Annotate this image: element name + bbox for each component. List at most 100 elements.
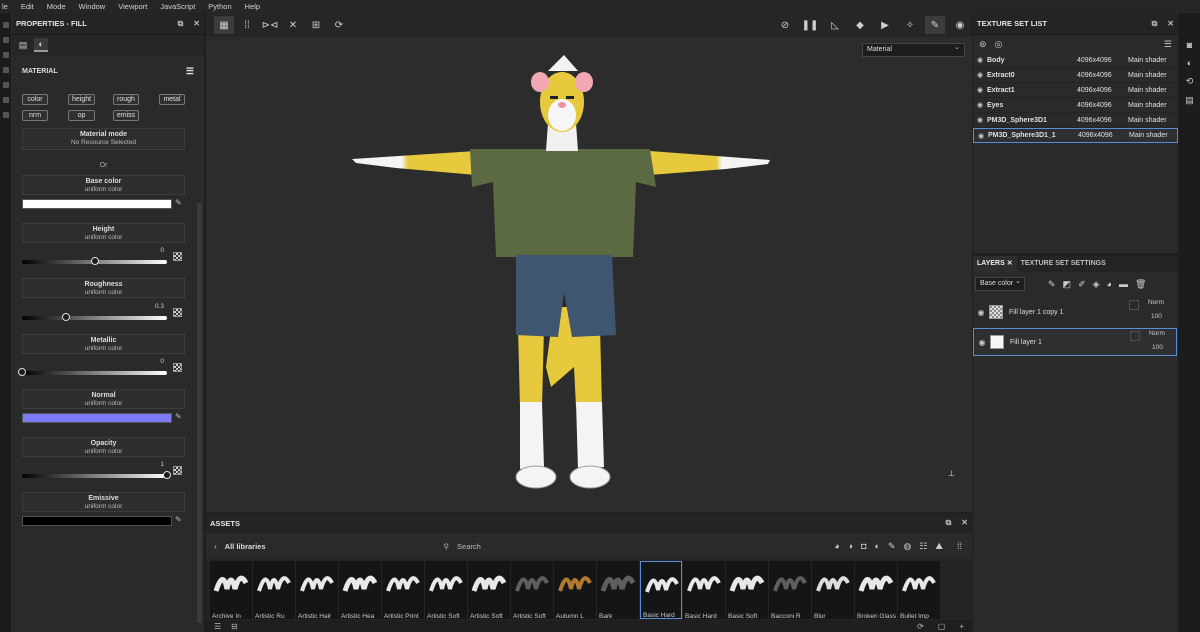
hide-icon[interactable]: ⊘ xyxy=(775,16,795,34)
filter-textures-icon[interactable]: ◐ xyxy=(875,541,880,552)
asset-thumbnail[interactable]: Archive In xyxy=(210,561,252,619)
texture-set-eye-icon[interactable]: ◉ xyxy=(974,132,988,140)
assets-close-icon[interactable]: ✕ xyxy=(961,518,968,528)
filter-masks-icon[interactable]: ◘ xyxy=(861,541,866,552)
layer-visibility-eye-icon[interactable]: ◉ xyxy=(974,338,990,347)
normal-swatch[interactable] xyxy=(22,413,172,423)
tab-texture-set-settings[interactable]: TEXTURE SET SETTINGS xyxy=(1017,256,1110,272)
texture-set-row[interactable]: ◉ Eyes 4096x4096 Main shader xyxy=(973,98,1178,113)
geometry-mask-icon[interactable] xyxy=(3,67,9,73)
tab-layers-close-icon[interactable]: ✕ xyxy=(1007,260,1013,267)
channel-height-chip[interactable]: height xyxy=(68,94,95,105)
asset-search-input[interactable]: Search xyxy=(457,542,481,551)
texture-set-row[interactable]: ◉ Extract0 4096x4096 Main shader xyxy=(973,68,1178,83)
asset-thumbnail[interactable]: Artistic Soft xyxy=(425,561,467,619)
log-icon[interactable]: ▤ xyxy=(1185,95,1194,106)
filter-filters-icon[interactable]: ☷ xyxy=(919,541,927,552)
asset-thumbnail[interactable]: Artistic Print xyxy=(382,561,424,619)
layer-opacity[interactable]: 100 xyxy=(1151,313,1162,320)
tsl-menu-icon[interactable]: ☰ xyxy=(1164,39,1172,50)
layer-opacity[interactable]: 100 xyxy=(1152,344,1163,351)
brush-icon[interactable]: ✎ xyxy=(925,16,945,34)
material-tab-icon[interactable]: ◐ xyxy=(34,38,48,52)
emissive-box[interactable]: Emissive uniform color xyxy=(22,492,185,512)
grid-icon[interactable]: ▦ xyxy=(214,16,234,34)
add-asset-icon[interactable]: + xyxy=(959,622,964,631)
asset-thumbnail[interactable]: Blur xyxy=(812,561,854,619)
channel-metal-chip[interactable]: metal xyxy=(159,94,185,105)
grid-options-icon[interactable]: ⁞⁞ xyxy=(237,16,257,34)
filter-particles-icon[interactable]: ◍ xyxy=(903,541,911,552)
roughness-slider-knob[interactable] xyxy=(61,313,70,321)
texture-set-row[interactable]: ◉ Extract1 4096x4096 Main shader xyxy=(973,83,1178,98)
properties-scrollbar[interactable] xyxy=(197,203,202,623)
asset-thumbnail[interactable]: Bullet Imp xyxy=(898,561,940,619)
add-material-icon[interactable]: ◕ xyxy=(1107,279,1112,289)
channel-nrm-chip[interactable]: nrm xyxy=(22,110,48,121)
history-panel-icon[interactable]: ⟲ xyxy=(1186,76,1194,87)
texture-set-eye-icon[interactable]: ◉ xyxy=(973,56,987,64)
layer-visibility-eye-icon[interactable]: ◉ xyxy=(973,308,989,317)
layer-row-fill-layer-1-copy-1[interactable]: ◉ Fill layer 1 copy 1 Norm 100 xyxy=(973,298,1177,326)
height-map-icon[interactable] xyxy=(173,252,182,261)
asset-thumbnail[interactable]: Autumn L xyxy=(554,561,596,619)
filter-smart-materials-icon[interactable]: ◑ xyxy=(848,541,853,552)
opacity-map-icon[interactable] xyxy=(173,466,182,475)
texture-set-row[interactable]: ◉ Body 4096x4096 Main shader xyxy=(973,53,1178,68)
pose-icon[interactable]: ✕ xyxy=(283,16,303,34)
asset-thumbnail[interactable]: Bark xyxy=(597,561,639,619)
opacity-slider[interactable] xyxy=(22,471,171,479)
layer-mask-slot[interactable] xyxy=(1130,331,1140,341)
asset-thumbnail[interactable]: Basic Hard xyxy=(640,561,682,619)
height-slider[interactable] xyxy=(22,257,167,265)
channel-select[interactable]: Base color xyxy=(975,277,1025,291)
texture-set-eye-icon[interactable]: ◉ xyxy=(973,71,987,79)
texture-set-row[interactable]: ◉ PM3D_Sphere3D1 4096x4096 Main shader xyxy=(973,113,1178,128)
visibility-toggle-icon[interactable]: ⊚ xyxy=(979,39,987,50)
video-icon[interactable]: ▶ xyxy=(875,16,895,34)
texture-set-eye-icon[interactable]: ◉ xyxy=(973,116,987,124)
grid-view-icon[interactable]: ⁞⁞ xyxy=(957,541,962,552)
channel-op-chip[interactable]: op xyxy=(68,110,95,121)
texture-set-row[interactable]: ◉ PM3D_Sphere3D1_1 4096x4096 Main shader xyxy=(973,128,1178,143)
display-settings-icon[interactable]: ◙ xyxy=(1187,40,1192,50)
channel-color-chip[interactable]: color xyxy=(22,94,48,105)
roughness-box[interactable]: Roughness uniform color xyxy=(22,278,185,298)
symmetry-icon[interactable]: ⊳⊲ xyxy=(260,16,280,34)
layer-row-fill-layer-1[interactable]: ◉ Fill layer 1 Norm 100 xyxy=(973,328,1177,356)
asset-thumbnail[interactable]: Artistic Ru xyxy=(253,561,295,619)
menu-mode[interactable]: Mode xyxy=(47,2,66,11)
library-selector[interactable]: All libraries xyxy=(225,542,266,551)
shader-settings-icon[interactable]: ◐ xyxy=(1187,58,1192,68)
filter-environments-icon[interactable]: ⛰ xyxy=(935,541,943,552)
material-mode-box[interactable]: Material mode No Resource Selected xyxy=(22,128,185,150)
normal-box[interactable]: Normal uniform color xyxy=(22,389,185,409)
asset-thumbnail[interactable]: Basic Hard xyxy=(683,561,725,619)
add-folder-icon[interactable]: ▬ xyxy=(1119,279,1128,289)
metallic-box[interactable]: Metallic uniform color xyxy=(22,334,185,354)
base-color-box[interactable]: Base color uniform color xyxy=(22,175,185,195)
metallic-slider[interactable] xyxy=(18,368,167,376)
menu-viewport[interactable]: Viewport xyxy=(118,2,147,11)
3d-viewport[interactable]: Material ⊥ xyxy=(206,37,972,512)
delete-layer-icon[interactable]: 🗑 xyxy=(1135,279,1146,290)
roughness-map-icon[interactable] xyxy=(173,308,182,317)
channel-emiss-chip[interactable]: emiss xyxy=(113,110,139,121)
eraser-tool-icon[interactable] xyxy=(3,37,9,43)
history-icon[interactable]: ⟳ xyxy=(329,16,349,34)
emissive-eyedropper-icon[interactable]: ✎ xyxy=(175,515,185,525)
layer-blend-mode[interactable]: Norm xyxy=(1149,330,1165,337)
filter-materials-icon[interactable]: ◕ xyxy=(834,541,839,552)
picker-tool-icon[interactable] xyxy=(3,112,9,118)
cube-icon[interactable]: ◆ xyxy=(850,16,870,34)
render-icon[interactable]: ✧ xyxy=(900,16,920,34)
add-fill-layer-icon[interactable]: ◈ xyxy=(1093,279,1100,290)
search-icon[interactable]: ⚲ xyxy=(444,542,450,551)
add-mask-icon[interactable]: ◩ xyxy=(1063,279,1072,290)
asset-thumbnail[interactable]: Artistic Hair xyxy=(296,561,338,619)
import-icon[interactable]: ⊟ xyxy=(231,622,238,631)
chevron-right-icon[interactable]: › xyxy=(214,542,217,551)
undock-icon[interactable]: ⧉ xyxy=(178,19,184,29)
opacity-slider-knob[interactable] xyxy=(163,471,171,479)
pause-icon[interactable]: ❚❚ xyxy=(800,16,820,34)
